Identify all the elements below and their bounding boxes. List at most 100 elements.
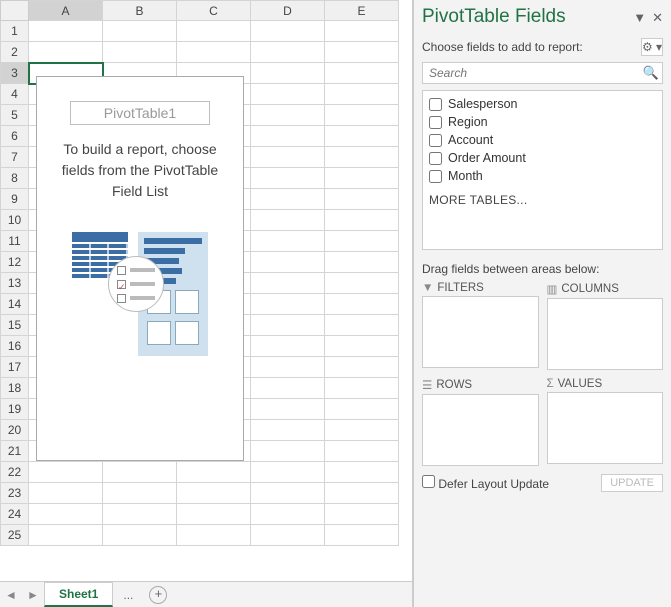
cell-E24[interactable] xyxy=(325,504,399,525)
tab-overflow[interactable]: ... xyxy=(113,584,143,606)
field-month[interactable]: Month xyxy=(425,167,660,185)
cell-C22[interactable] xyxy=(177,462,251,483)
search-input[interactable] xyxy=(422,62,663,84)
cell-B2[interactable] xyxy=(103,42,177,63)
col-header-A[interactable]: A xyxy=(29,1,103,21)
row-header-25[interactable]: 25 xyxy=(1,525,29,546)
field-region[interactable]: Region xyxy=(425,113,660,131)
row-header-18[interactable]: 18 xyxy=(1,378,29,399)
cell-E23[interactable] xyxy=(325,483,399,504)
cell-D10[interactable] xyxy=(251,210,325,231)
cell-B22[interactable] xyxy=(103,462,177,483)
cell-E3[interactable] xyxy=(325,63,399,84)
area-values[interactable] xyxy=(547,392,664,464)
cell-D25[interactable] xyxy=(251,525,325,546)
cell-E16[interactable] xyxy=(325,336,399,357)
cell-D17[interactable] xyxy=(251,357,325,378)
cell-D18[interactable] xyxy=(251,378,325,399)
cell-C23[interactable] xyxy=(177,483,251,504)
row-header-14[interactable]: 14 xyxy=(1,294,29,315)
cell-D3[interactable] xyxy=(251,63,325,84)
cell-A2[interactable] xyxy=(29,42,103,63)
cell-D8[interactable] xyxy=(251,168,325,189)
col-header-E[interactable]: E xyxy=(325,1,399,21)
cell-E8[interactable] xyxy=(325,168,399,189)
cell-D15[interactable] xyxy=(251,315,325,336)
row-header-8[interactable]: 8 xyxy=(1,168,29,189)
cell-E15[interactable] xyxy=(325,315,399,336)
row-header-22[interactable]: 22 xyxy=(1,462,29,483)
col-header-D[interactable]: D xyxy=(251,1,325,21)
cell-D16[interactable] xyxy=(251,336,325,357)
cell-E19[interactable] xyxy=(325,399,399,420)
cell-D5[interactable] xyxy=(251,105,325,126)
tab-add[interactable]: + xyxy=(149,586,167,604)
cell-D24[interactable] xyxy=(251,504,325,525)
more-tables-link[interactable]: MORE TABLES... xyxy=(429,193,656,207)
cell-A22[interactable] xyxy=(29,462,103,483)
cell-E10[interactable] xyxy=(325,210,399,231)
field-checkbox[interactable] xyxy=(429,152,442,165)
tab-nav-next[interactable]: ► xyxy=(22,588,44,602)
row-header-7[interactable]: 7 xyxy=(1,147,29,168)
row-header-11[interactable]: 11 xyxy=(1,231,29,252)
cell-C25[interactable] xyxy=(177,525,251,546)
cell-D11[interactable] xyxy=(251,231,325,252)
cell-D9[interactable] xyxy=(251,189,325,210)
row-header-3[interactable]: 3 xyxy=(1,63,29,84)
cell-E9[interactable] xyxy=(325,189,399,210)
cell-D2[interactable] xyxy=(251,42,325,63)
field-checkbox[interactable] xyxy=(429,170,442,183)
cell-A24[interactable] xyxy=(29,504,103,525)
cell-D13[interactable] xyxy=(251,273,325,294)
cell-B23[interactable] xyxy=(103,483,177,504)
field-account[interactable]: Account xyxy=(425,131,660,149)
cell-E22[interactable] xyxy=(325,462,399,483)
cell-D22[interactable] xyxy=(251,462,325,483)
cell-E4[interactable] xyxy=(325,84,399,105)
cell-E7[interactable] xyxy=(325,147,399,168)
cell-B25[interactable] xyxy=(103,525,177,546)
cell-E14[interactable] xyxy=(325,294,399,315)
cell-E5[interactable] xyxy=(325,105,399,126)
row-header-9[interactable]: 9 xyxy=(1,189,29,210)
field-list[interactable]: SalespersonRegionAccountOrder AmountMont… xyxy=(422,90,663,250)
row-header-4[interactable]: 4 xyxy=(1,84,29,105)
row-header-19[interactable]: 19 xyxy=(1,399,29,420)
field-checkbox[interactable] xyxy=(429,98,442,111)
cell-E18[interactable] xyxy=(325,378,399,399)
cell-E17[interactable] xyxy=(325,357,399,378)
cell-E13[interactable] xyxy=(325,273,399,294)
row-header-10[interactable]: 10 xyxy=(1,210,29,231)
row-header-23[interactable]: 23 xyxy=(1,483,29,504)
cell-D14[interactable] xyxy=(251,294,325,315)
search-icon[interactable]: 🔍 xyxy=(643,65,659,81)
cell-D12[interactable] xyxy=(251,252,325,273)
cell-C24[interactable] xyxy=(177,504,251,525)
cell-D4[interactable] xyxy=(251,84,325,105)
cell-A23[interactable] xyxy=(29,483,103,504)
cell-E11[interactable] xyxy=(325,231,399,252)
field-order-amount[interactable]: Order Amount xyxy=(425,149,660,167)
field-checkbox[interactable] xyxy=(429,116,442,129)
field-salesperson[interactable]: Salesperson xyxy=(425,95,660,113)
cell-E21[interactable] xyxy=(325,441,399,462)
area-rows[interactable] xyxy=(422,394,539,466)
select-all-corner[interactable] xyxy=(1,1,29,21)
cell-E12[interactable] xyxy=(325,252,399,273)
tab-nav-prev[interactable]: ◄ xyxy=(0,588,22,602)
tab-sheet1[interactable]: Sheet1 xyxy=(44,582,113,607)
cell-D7[interactable] xyxy=(251,147,325,168)
pane-dropdown-icon[interactable]: ▼ xyxy=(633,10,646,25)
col-header-B[interactable]: B xyxy=(103,1,177,21)
cell-B1[interactable] xyxy=(103,21,177,42)
defer-update[interactable]: Defer Layout Update xyxy=(422,475,549,491)
defer-checkbox[interactable] xyxy=(422,475,435,488)
area-filters[interactable] xyxy=(422,296,539,368)
pane-close-icon[interactable]: ✕ xyxy=(652,10,663,25)
row-header-16[interactable]: 16 xyxy=(1,336,29,357)
gear-icon[interactable]: ⚙ ▾ xyxy=(641,38,663,56)
row-header-17[interactable]: 17 xyxy=(1,357,29,378)
row-header-12[interactable]: 12 xyxy=(1,252,29,273)
col-header-C[interactable]: C xyxy=(177,1,251,21)
